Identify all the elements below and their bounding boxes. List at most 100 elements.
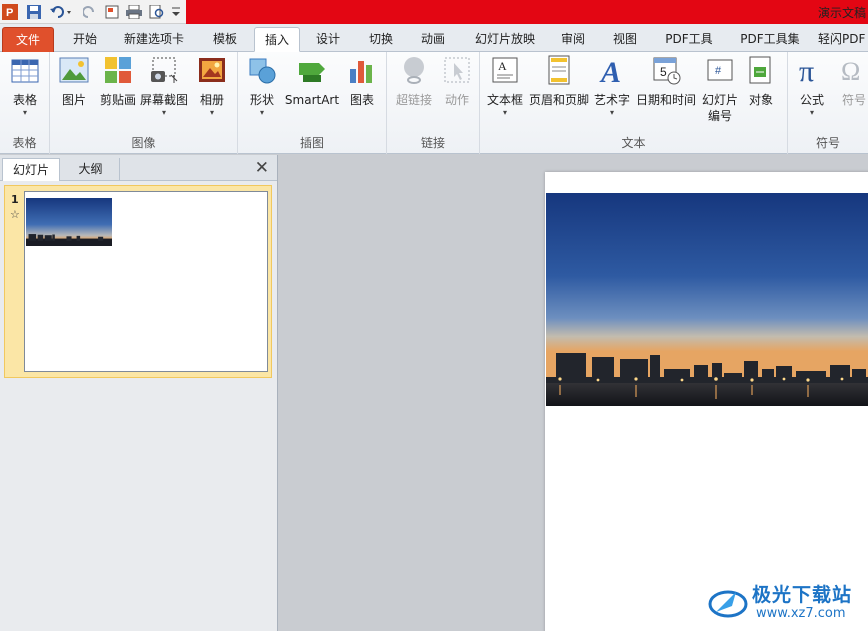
omega-icon: Ω xyxy=(839,55,868,86)
close-icon[interactable]: ✕ xyxy=(255,158,269,178)
slide-number-icon: # xyxy=(705,55,735,85)
svg-text:P: P xyxy=(6,7,13,19)
tab-outline[interactable]: 大纲 xyxy=(62,158,120,181)
datetime-button-label: 日期和时间 xyxy=(635,93,696,107)
album-button[interactable]: 相册 ▾ xyxy=(194,55,230,118)
undo-icon[interactable] xyxy=(48,3,74,21)
screenshot-button-label: 屏幕截图 xyxy=(140,93,189,107)
tab-new-tab[interactable]: 新建选项卡 xyxy=(114,27,194,52)
textbox-icon: A xyxy=(490,55,520,85)
chevron-down-icon: ▾ xyxy=(809,108,814,117)
new-icon[interactable] xyxy=(104,3,120,21)
watermark-logo-icon xyxy=(708,590,748,618)
photo-album-icon xyxy=(197,55,227,85)
group-links: 超链接 动作 链接 xyxy=(387,52,480,154)
symbol-button[interactable]: Ω 符号 xyxy=(836,55,868,108)
group-label-table: 表格 xyxy=(12,136,37,150)
header-footer-icon xyxy=(544,55,574,85)
clipart-button-label: 剪贴画 xyxy=(99,93,136,107)
redo-icon[interactable] xyxy=(82,3,98,21)
equation-button-label: 公式 xyxy=(799,93,824,107)
clipart-icon xyxy=(103,55,133,85)
clipart-button[interactable]: 剪贴画 xyxy=(98,55,138,108)
chart-button-label: 图表 xyxy=(349,93,374,107)
slides-panel: 幻灯片 大纲 ✕ 1 ☆ xyxy=(0,155,278,631)
equation-button[interactable]: π 公式 ▾ xyxy=(794,55,830,118)
tab-pdf-toolset[interactable]: PDF工具集 xyxy=(730,27,810,52)
group-table: 表格 ▾ 表格 xyxy=(0,52,50,154)
chevron-down-icon: ▾ xyxy=(259,108,264,117)
shapes-button[interactable]: 形状 ▾ xyxy=(244,55,280,118)
object-button[interactable]: 对象 xyxy=(742,55,780,108)
smartart-button[interactable]: SmartArt xyxy=(284,55,340,108)
svg-text:5: 5 xyxy=(660,65,667,79)
calendar-icon: 5 xyxy=(651,55,681,85)
tab-slides[interactable]: 幻灯片 xyxy=(2,158,60,181)
preview-icon[interactable] xyxy=(148,3,166,21)
shapes-button-label: 形状 xyxy=(249,93,274,107)
group-label-illustrations: 插图 xyxy=(299,136,324,150)
window-title: 演示文稿 xyxy=(817,6,866,20)
tab-transitions[interactable]: 切换 xyxy=(356,27,406,52)
chevron-down-icon: ▾ xyxy=(22,108,27,117)
wordart-button[interactable]: A 艺术字 ▾ xyxy=(592,55,632,118)
hyperlink-icon xyxy=(399,55,429,85)
table-icon xyxy=(10,55,40,85)
header-footer-button[interactable]: 页眉和页脚 xyxy=(528,55,590,108)
slide-number-label-line1: 幻灯片 xyxy=(701,93,738,107)
wordart-button-label: 艺术字 xyxy=(593,93,630,107)
save-icon[interactable] xyxy=(26,3,42,21)
svg-text:#: # xyxy=(715,65,722,77)
svg-text:A: A xyxy=(498,59,507,73)
print-icon[interactable] xyxy=(125,3,143,21)
table-button[interactable]: 表格 ▾ xyxy=(6,55,44,118)
chart-button[interactable]: 图表 xyxy=(344,55,380,108)
tab-pdf-tools[interactable]: PDF工具 xyxy=(656,27,722,52)
object-icon xyxy=(746,55,776,85)
slide-number-button[interactable]: # 幻灯片 编号 xyxy=(700,55,740,124)
thumbnail-city-photo xyxy=(26,198,112,246)
smartart-button-label: SmartArt xyxy=(284,93,340,107)
customize-icon[interactable] xyxy=(170,3,182,21)
panel-tabs: 幻灯片 大纲 ✕ xyxy=(0,155,277,181)
tab-animations[interactable]: 动画 xyxy=(410,27,456,52)
tab-template[interactable]: 模板 xyxy=(198,27,252,52)
tab-light-pdf[interactable]: 轻闪PDF xyxy=(818,27,868,52)
slide[interactable] xyxy=(545,172,868,631)
title-bar-band xyxy=(186,0,868,24)
slide-canvas[interactable] xyxy=(279,155,868,631)
chevron-down-icon: ▾ xyxy=(502,108,507,117)
slide-number-label: 幻灯片 编号 xyxy=(700,93,740,124)
city-night-photo[interactable] xyxy=(546,193,868,406)
picture-button[interactable]: 图片 xyxy=(56,55,92,108)
action-button[interactable]: 动作 xyxy=(439,55,475,108)
tab-insert[interactable]: 插入 xyxy=(254,27,300,52)
picture-icon xyxy=(59,55,89,85)
hyperlink-button-label: 超链接 xyxy=(395,93,432,107)
tab-review[interactable]: 审阅 xyxy=(552,27,594,52)
tab-design[interactable]: 设计 xyxy=(304,27,352,52)
tab-view[interactable]: 视图 xyxy=(600,27,650,52)
tab-home[interactable]: 开始 xyxy=(60,27,110,52)
group-label-links: 链接 xyxy=(420,136,445,150)
group-label-text: 文本 xyxy=(621,136,646,150)
symbol-button-label: 符号 xyxy=(841,93,866,107)
tab-slideshow[interactable]: 幻灯片放映 xyxy=(462,27,548,52)
slide-number: 1 xyxy=(11,193,19,206)
chevron-down-icon: ▾ xyxy=(609,108,614,117)
watermark-url: www.xz7.com xyxy=(756,606,846,621)
screenshot-button[interactable]: 屏幕截图 ▾ xyxy=(140,55,188,118)
hyperlink-button[interactable]: 超链接 xyxy=(391,55,437,108)
group-text: A 文本框 ▾ 页眉和页脚 A 艺术字 ▾ 5 日期和时间 # 幻灯片 编号 对… xyxy=(480,52,788,154)
textbox-button[interactable]: A 文本框 ▾ xyxy=(484,55,526,118)
slide-thumbnail[interactable] xyxy=(24,191,268,372)
smartart-icon xyxy=(297,55,327,85)
chevron-down-icon: ▾ xyxy=(209,108,214,117)
datetime-button[interactable]: 5 日期和时间 xyxy=(634,55,698,108)
tab-file[interactable]: 文件 xyxy=(2,27,54,52)
object-button-label: 对象 xyxy=(748,93,773,107)
action-button-label: 动作 xyxy=(444,93,469,107)
slide-thumbnail-selected[interactable]: 1 ☆ xyxy=(4,185,272,378)
ppt-logo-icon[interactable]: P xyxy=(2,3,18,21)
pi-icon: π xyxy=(797,55,827,88)
